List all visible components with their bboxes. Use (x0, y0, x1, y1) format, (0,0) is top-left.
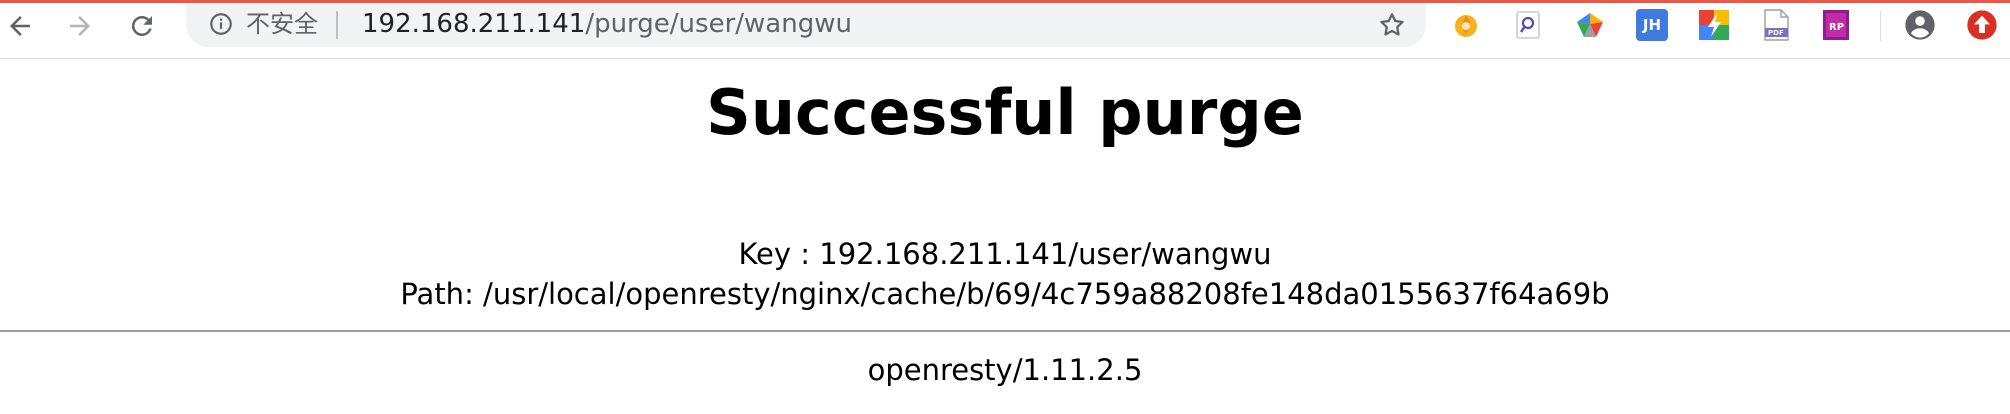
extension-colorful[interactable] (1574, 9, 1606, 41)
extension-jh[interactable]: JH (1636, 9, 1668, 41)
search-extension-icon (1516, 11, 1540, 39)
site-info-button[interactable] (206, 9, 236, 39)
orange-extension-icon (1455, 15, 1477, 37)
cache-key-text: Key : 192.168.211.141/user/wangwu (738, 237, 1272, 271)
cache-path-text: Path: /usr/local/openresty/nginx/cache/b… (400, 277, 1610, 311)
star-icon (1380, 13, 1404, 36)
omnibox-separator (336, 11, 338, 39)
bolt-extension-icon (1699, 10, 1729, 40)
address-bar[interactable]: 不安全 192.168.211.141/purge/user/wangwu (186, 3, 1426, 47)
extension-pdf[interactable]: PDF (1760, 9, 1792, 41)
account-circle-icon (1905, 10, 1935, 40)
reload-button[interactable] (122, 6, 162, 46)
profile-button[interactable] (1904, 9, 1936, 41)
extension-rp[interactable]: RP (1820, 9, 1852, 41)
update-arrow-icon (1967, 10, 1997, 40)
toolbar-bottom-border (0, 58, 2010, 59)
browser-toolbar: 不安全 192.168.211.141/purge/user/wangwu JH… (0, 0, 2010, 59)
page-title: Successful purge (706, 76, 1304, 149)
pdf-extension-label: PDF (1768, 29, 1784, 37)
info-icon (210, 13, 232, 35)
server-signature: openresty/1.11.2.5 (867, 353, 1143, 387)
extension-orange[interactable] (1450, 9, 1482, 41)
update-button[interactable] (1966, 9, 1998, 41)
extension-bolt[interactable] (1698, 9, 1730, 41)
extension-search[interactable] (1512, 9, 1544, 41)
arrow-right-icon (70, 16, 90, 36)
security-label: 不安全 (246, 10, 318, 38)
reload-icon (131, 15, 152, 36)
colorful-extension-icon (1577, 13, 1603, 37)
bookmark-button[interactable] (1376, 9, 1408, 41)
url-host: 192.168.211.141 (362, 9, 586, 39)
url-path: /purge/user/wangwu (585, 9, 852, 39)
jh-extension-icon: JH (1642, 16, 1662, 34)
arrow-left-icon (10, 16, 30, 36)
horizontal-rule (0, 330, 2010, 332)
rp-extension-label: RP (1829, 22, 1845, 33)
url-text[interactable]: 192.168.211.141/purge/user/wangwu (362, 5, 852, 43)
back-button[interactable] (0, 6, 40, 46)
toolbar-divider (1880, 11, 1881, 41)
forward-button[interactable] (60, 6, 100, 46)
